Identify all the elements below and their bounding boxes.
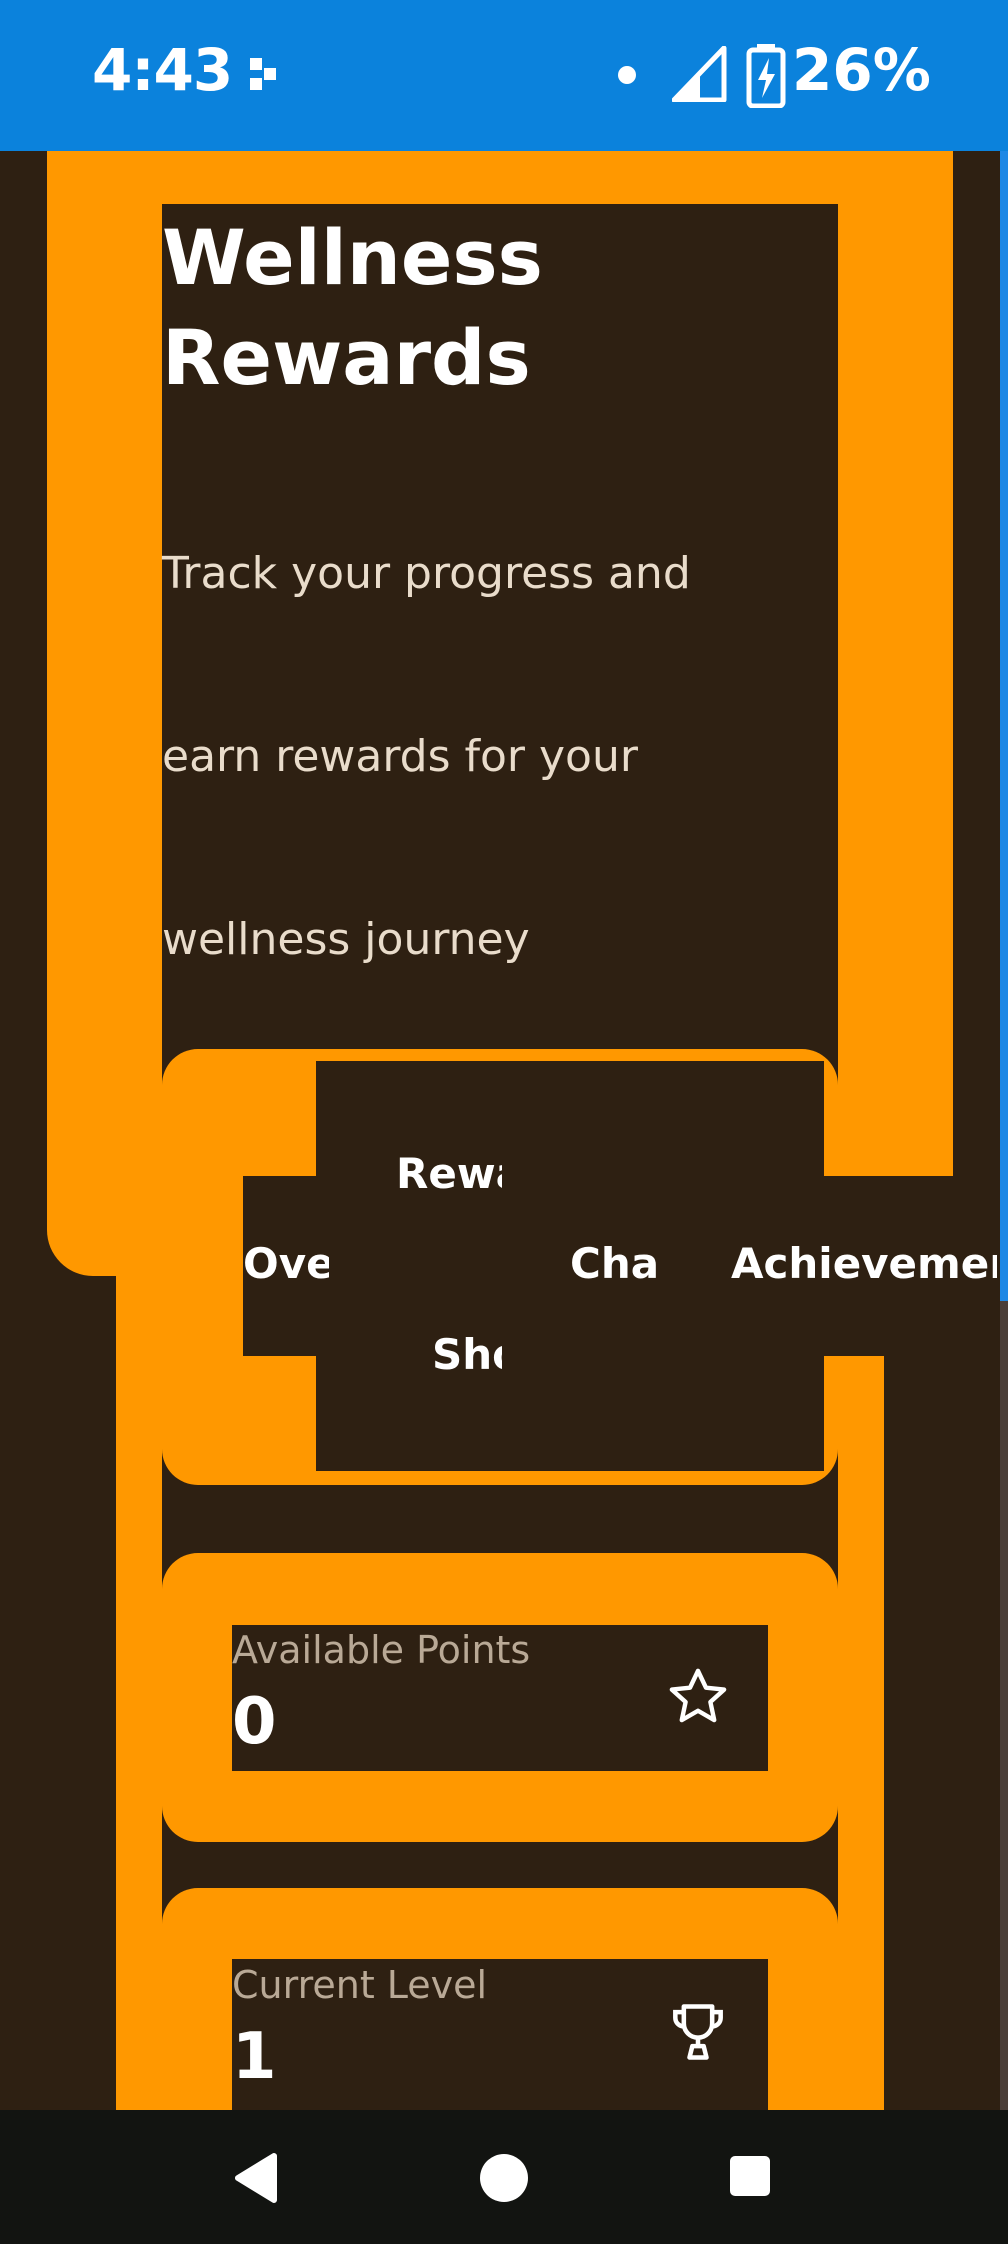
scrollbar-thumb[interactable] [1000,151,1008,1301]
media-cast-icon [250,58,276,90]
home-icon[interactable] [478,2152,530,2204]
title-line-1: Wellness [162,213,543,302]
trophy-icon [673,2004,723,2060]
tab-achievements[interactable]: Achievements [731,1234,997,1294]
tab-overview[interactable]: Overview [243,1234,329,1294]
tab-shop[interactable]: Shop [432,1325,502,1385]
status-bar: 4:43 26% [0,0,1008,151]
page-subtitle: Track your progress and earn rewards for… [162,548,691,965]
tab-challenges[interactable]: Challenges [570,1234,662,1294]
recents-icon[interactable] [728,2154,772,2198]
points-value: 0 [232,1685,277,1759]
battery-percent: 26% [792,36,931,104]
notification-dot-icon [618,66,636,84]
level-value: 1 [232,2020,277,2094]
points-label: Available Points [232,1628,531,1672]
back-icon[interactable] [232,2152,280,2204]
battery-charging-icon [746,44,786,108]
system-nav-bar [0,2110,1008,2244]
title-line-2: Rewards [162,313,531,402]
level-label: Current Level [232,1963,488,2007]
signal-icon [672,46,727,102]
star-icon [669,1668,727,1723]
status-time: 4:43 [92,36,233,104]
page-title: Wellness Rewards [162,208,543,408]
tab-rewards[interactable]: Rewards [396,1144,502,1204]
